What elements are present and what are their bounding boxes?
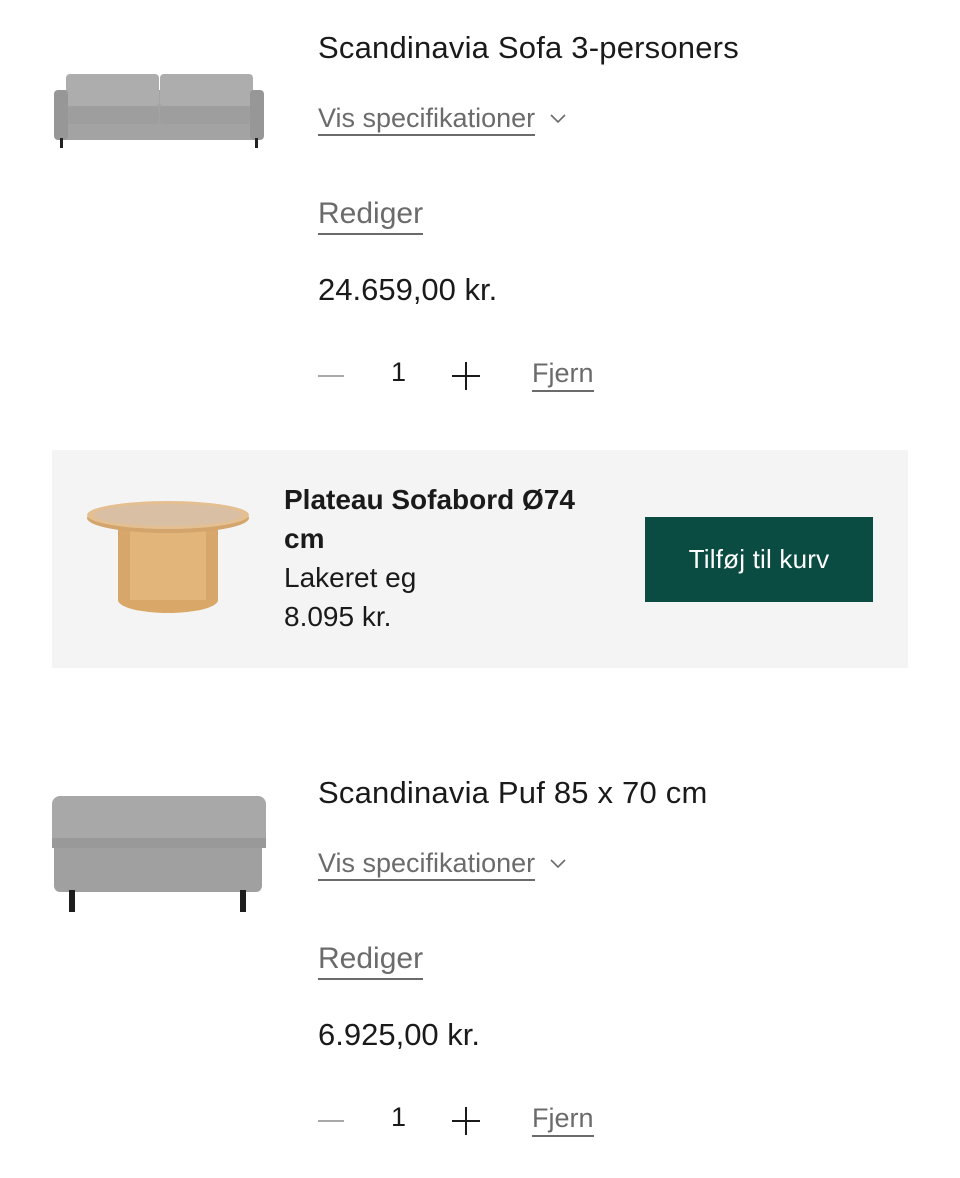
product-price: 24.659,00 kr. [318, 272, 498, 307]
show-specifications-label: Vis specifikationer [318, 848, 536, 881]
cart-item-sofa: Scandinavia Sofa 3-personers Vis specifi… [0, 0, 960, 430]
cart-item-ottoman: Scandinavia Puf 85 x 70 cm Vis specifika… [0, 745, 960, 1178]
add-to-cart-button[interactable]: Tilføj til kurv [645, 517, 873, 602]
minus-icon [318, 1120, 344, 1122]
remove-link[interactable]: Fjern [532, 357, 594, 392]
plus-icon[interactable] [452, 362, 480, 390]
upsell-price: 8.095 kr. [284, 601, 392, 632]
show-specifications-toggle[interactable]: Vis specifikationer [318, 848, 567, 881]
ottoman-image[interactable] [52, 790, 266, 915]
sofa-image[interactable] [52, 60, 266, 152]
product-title[interactable]: Scandinavia Sofa 3-personers [318, 30, 739, 66]
minus-icon [318, 375, 344, 377]
decrease-quantity-button[interactable] [312, 1100, 350, 1144]
quantity-stepper: 1 Fjern [318, 355, 618, 399]
chevron-down-icon [550, 113, 566, 123]
coffee-table-image[interactable] [86, 498, 252, 620]
edit-link[interactable]: Rediger [318, 196, 424, 235]
remove-link[interactable]: Fjern [532, 1102, 594, 1137]
product-title[interactable]: Scandinavia Puf 85 x 70 cm [318, 775, 707, 811]
upsell-details: Plateau Sofabord Ø74 cm Lakeret eg 8.095… [284, 480, 614, 636]
edit-link[interactable]: Rediger [318, 941, 424, 980]
quantity-value: 1 [391, 357, 407, 387]
upsell-variant: Lakeret eg [284, 562, 417, 593]
upsell-product-name[interactable]: Plateau Sofabord Ø74 cm [284, 480, 614, 558]
quantity-stepper: 1 Fjern [318, 1100, 618, 1144]
cart-page: Scandinavia Sofa 3-personers Vis specifi… [0, 0, 960, 1178]
show-specifications-label: Vis specifikationer [318, 103, 536, 136]
chevron-down-icon [550, 858, 566, 868]
quantity-value: 1 [391, 1102, 407, 1132]
plus-icon[interactable] [452, 1107, 480, 1135]
show-specifications-toggle[interactable]: Vis specifikationer [318, 103, 567, 136]
product-price: 6.925,00 kr. [318, 1017, 481, 1052]
decrease-quantity-button[interactable] [312, 355, 350, 399]
upsell-recommendation: Plateau Sofabord Ø74 cm Lakeret eg 8.095… [52, 450, 908, 668]
